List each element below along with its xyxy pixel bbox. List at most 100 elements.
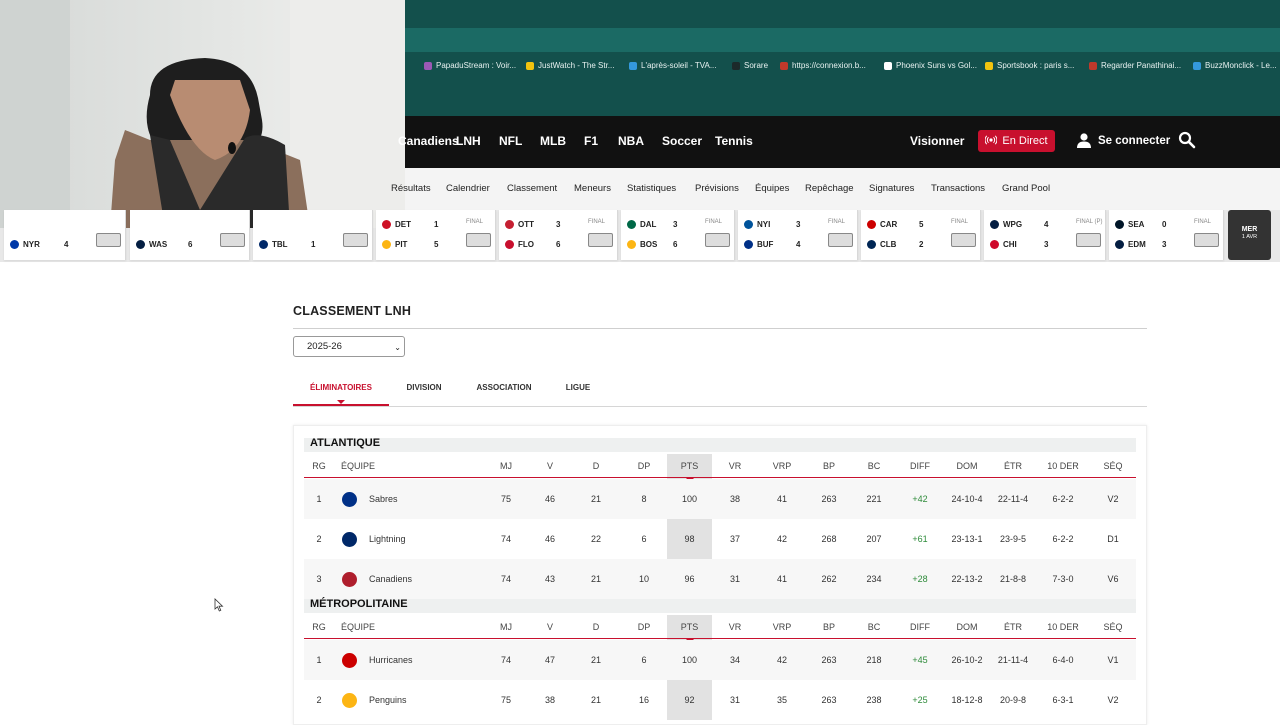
- tab-3[interactable]: LIGUE: [549, 376, 607, 404]
- season-select[interactable]: 2025-26 ⌄: [293, 336, 405, 357]
- column-header[interactable]: DOM: [944, 615, 990, 639]
- nav-item-2[interactable]: NFL: [499, 116, 522, 168]
- search-icon[interactable]: [1178, 131, 1196, 149]
- highlight-thumbnail-icon[interactable]: [343, 233, 368, 247]
- login-button[interactable]: Se connecter: [1076, 132, 1170, 150]
- subnav-item-2[interactable]: Classement: [507, 168, 557, 210]
- subnav-item-1[interactable]: Calendrier: [446, 168, 490, 210]
- column-header[interactable]: MJ: [486, 454, 526, 478]
- bookmark-item[interactable]: BuzzMonclick - Le...: [1193, 52, 1277, 80]
- column-header[interactable]: DP: [622, 454, 666, 478]
- highlight-thumbnail-icon[interactable]: [1194, 233, 1219, 247]
- highlight-thumbnail-icon[interactable]: [828, 233, 853, 247]
- column-header[interactable]: ÉQUIPE: [341, 615, 401, 639]
- nav-item-7[interactable]: Tennis: [715, 116, 753, 168]
- bookmark-item[interactable]: Sorare: [732, 52, 768, 80]
- game-tile[interactable]: DET 1 PIT 5 FINAL: [376, 210, 496, 260]
- game-tile[interactable]: SEA 0 EDM 3 FINAL: [1109, 210, 1224, 260]
- highlight-thumbnail-icon[interactable]: [705, 233, 730, 247]
- tab-1[interactable]: DIVISION: [389, 376, 459, 404]
- column-header[interactable]: 10 DER: [1036, 615, 1090, 639]
- column-header[interactable]: RG: [304, 615, 334, 639]
- column-header[interactable]: D: [576, 615, 616, 639]
- game-tile[interactable]: WPG 4 CHI 3 FINAL (P): [984, 210, 1106, 260]
- column-header[interactable]: DIFF: [896, 615, 944, 639]
- bookmark-item[interactable]: PapaduStream : Voir...: [424, 52, 516, 80]
- subnav-item-5[interactable]: Prévisions: [695, 168, 739, 210]
- subnav-item-7[interactable]: Repêchage: [805, 168, 854, 210]
- bookmark-item[interactable]: Phoenix Suns vs Gol...: [884, 52, 977, 80]
- table-row[interactable]: 1 Sabres 75 46 21 8 100 38 41 263 221 +42 24-10-4 22-…: [304, 479, 1136, 519]
- game-tile[interactable]: NYI 3 BUF 4 FINAL: [738, 210, 858, 260]
- column-header[interactable]: BC: [852, 615, 896, 639]
- table-row[interactable]: 1 Hurricanes 74 47 21 6 100 34 42 263 218 +45 26-10-…: [304, 640, 1136, 680]
- column-header[interactable]: DIFF: [896, 454, 944, 478]
- column-header[interactable]: PTS: [667, 454, 712, 478]
- team-name[interactable]: Sabres: [369, 479, 449, 519]
- column-header[interactable]: PTS: [667, 615, 712, 639]
- column-header[interactable]: V: [530, 615, 570, 639]
- game-tile[interactable]: WAS 6: [130, 210, 250, 260]
- column-header[interactable]: V: [530, 454, 570, 478]
- team-name[interactable]: Penguins: [369, 680, 449, 720]
- highlight-thumbnail-icon[interactable]: [220, 233, 245, 247]
- column-header[interactable]: VR: [712, 454, 758, 478]
- nav-item-4[interactable]: F1: [584, 116, 598, 168]
- subnav-item-4[interactable]: Statistiques: [627, 168, 676, 210]
- subnav-item-8[interactable]: Signatures: [869, 168, 914, 210]
- tab-2[interactable]: ASSOCIATION: [459, 376, 549, 404]
- column-header[interactable]: DP: [622, 615, 666, 639]
- game-tile[interactable]: OTT 3 FLO 6 FINAL: [499, 210, 618, 260]
- nav-item-0[interactable]: Canadiens: [398, 116, 459, 168]
- nav-item-1[interactable]: LNH: [456, 116, 481, 168]
- nav-item-5[interactable]: NBA: [618, 116, 644, 168]
- column-header[interactable]: DOM: [944, 454, 990, 478]
- tab-0[interactable]: ÉLIMINATOIRES: [293, 376, 389, 404]
- subnav-item-6[interactable]: Équipes: [755, 168, 789, 210]
- column-header[interactable]: ÉQUIPE: [341, 454, 401, 478]
- nav-item-3[interactable]: MLB: [540, 116, 566, 168]
- table-row[interactable]: 2 Lightning 74 46 22 6 98 37 42 268 207 +61 23-13-1 2…: [304, 519, 1136, 559]
- table-row[interactable]: 2 Penguins 75 38 21 16 92 31 35 263 238 +25 18-12-8 2…: [304, 680, 1136, 720]
- subnav-item-3[interactable]: Meneurs: [574, 168, 611, 210]
- highlight-thumbnail-icon[interactable]: [1076, 233, 1101, 247]
- column-header[interactable]: VRP: [758, 615, 806, 639]
- team-name[interactable]: Lightning: [369, 519, 449, 559]
- bookmark-item[interactable]: https://connexion.b...: [780, 52, 866, 80]
- column-header[interactable]: SÉQ: [1090, 454, 1136, 478]
- live-button[interactable]: En Direct: [978, 130, 1055, 152]
- highlight-thumbnail-icon[interactable]: [951, 233, 976, 247]
- nav-item-6[interactable]: Soccer: [662, 116, 702, 168]
- column-header[interactable]: VR: [712, 615, 758, 639]
- column-header[interactable]: D: [576, 454, 616, 478]
- subnav-item-9[interactable]: Transactions: [931, 168, 985, 210]
- column-header[interactable]: ÉTR: [990, 615, 1036, 639]
- table-row[interactable]: 3 Canadiens 74 43 21 10 96 31 41 262 234 +28 22-13-2…: [304, 559, 1136, 599]
- column-header[interactable]: BP: [806, 454, 852, 478]
- column-header[interactable]: ÉTR: [990, 454, 1036, 478]
- game-tile[interactable]: TBL 1: [253, 210, 373, 260]
- highlight-thumbnail-icon[interactable]: [96, 233, 121, 247]
- column-header[interactable]: RG: [304, 454, 334, 478]
- column-header[interactable]: SÉQ: [1090, 615, 1136, 639]
- bookmark-item[interactable]: Regarder Panathinai...: [1089, 52, 1181, 80]
- highlight-thumbnail-icon[interactable]: [588, 233, 613, 247]
- game-tile[interactable]: CAR 5 CLB 2 FINAL: [861, 210, 981, 260]
- column-header[interactable]: 10 DER: [1036, 454, 1090, 478]
- column-header[interactable]: BC: [852, 454, 896, 478]
- scoreboard-date-button[interactable]: MER 1 AVR: [1228, 210, 1271, 260]
- nav-item-visionner[interactable]: Visionner: [910, 116, 964, 168]
- highlight-thumbnail-icon[interactable]: [466, 233, 491, 247]
- subnav-item-0[interactable]: Résultats: [391, 168, 431, 210]
- bookmark-item[interactable]: L'après-soleil - TVA...: [629, 52, 716, 80]
- team-name[interactable]: Hurricanes: [369, 640, 449, 680]
- team-name[interactable]: Canadiens: [369, 559, 449, 599]
- column-header[interactable]: VRP: [758, 454, 806, 478]
- bookmark-item[interactable]: Sportsbook : paris s...: [985, 52, 1074, 80]
- column-header[interactable]: MJ: [486, 615, 526, 639]
- column-header[interactable]: BP: [806, 615, 852, 639]
- game-tile[interactable]: NYR 4: [4, 210, 126, 260]
- game-tile[interactable]: DAL 3 BOS 6 FINAL: [621, 210, 735, 260]
- bookmark-item[interactable]: JustWatch - The Str...: [526, 52, 614, 80]
- subnav-item-10[interactable]: Grand Pool: [1002, 168, 1050, 210]
